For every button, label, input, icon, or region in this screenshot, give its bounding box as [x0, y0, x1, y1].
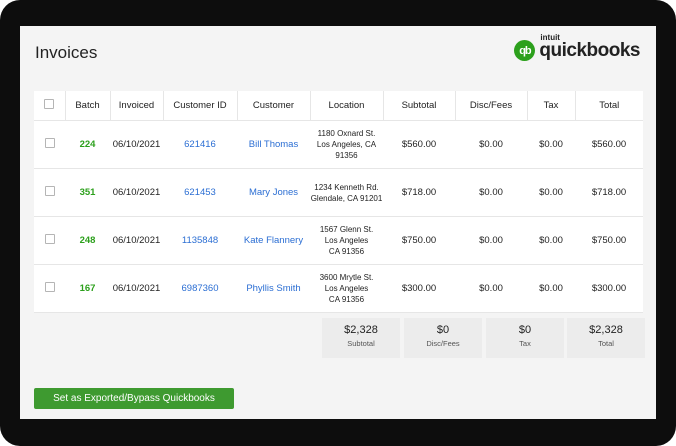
set-exported-button[interactable]: Set as Exported/Bypass Quickbooks	[34, 388, 234, 409]
disc-fees-cell: $0.00	[455, 168, 527, 217]
column-header-subtotal[interactable]: Subtotal	[382, 91, 455, 121]
subtotal-cell: $750.00	[383, 216, 455, 265]
column-header-disc-fees[interactable]: Disc/Fees	[454, 91, 527, 121]
total-cell: $750.00	[575, 216, 643, 265]
disc-fees-cell: $0.00	[455, 120, 527, 169]
invoiced-date-cell: 06/10/2021	[110, 216, 163, 265]
row-checkbox[interactable]	[44, 186, 55, 196]
invoiced-date-cell: 06/10/2021	[110, 168, 163, 217]
invoiced-date-cell: 06/10/2021	[110, 120, 163, 169]
customer-id-link[interactable]: 1135848	[163, 216, 237, 265]
batch-cell: 167	[65, 264, 110, 313]
subtotal-cell: $718.00	[383, 168, 455, 217]
disc-fees-summary: $0 Disc/Fees	[404, 318, 482, 358]
invoices-table: Batch Invoiced Customer ID Customer Loca…	[34, 91, 643, 313]
quickbooks-mark-icon: qb	[514, 40, 536, 61]
disc-fees-summary-value: $0	[436, 324, 450, 336]
table-row: 167 06/10/2021 6987360 Phyllis Smith 360…	[34, 264, 643, 313]
batch-cell: 248	[65, 216, 110, 265]
customer-id-link[interactable]: 621416	[163, 120, 237, 169]
disc-fees-cell: $0.00	[455, 216, 527, 265]
total-summary: $2,328 Total	[567, 318, 645, 358]
subtotal-cell: $560.00	[383, 120, 455, 169]
tax-cell: $0.00	[527, 264, 575, 313]
invoices-screen: Invoices qb intuit quickbooks Batch Invo…	[20, 26, 656, 419]
location-cell: 3600 Mrytle St. Los Angeles CA 91356	[310, 264, 383, 313]
row-checkbox[interactable]	[44, 282, 55, 292]
total-cell: $300.00	[575, 264, 643, 313]
column-header-batch[interactable]: Batch	[64, 91, 110, 121]
customer-name-link[interactable]: Phyllis Smith	[237, 264, 310, 313]
location-cell: 1567 Glenn St. Los Angeles CA 91356	[310, 216, 383, 265]
table-row: 248 06/10/2021 1135848 Kate Flannery 156…	[34, 216, 643, 265]
column-header-customer[interactable]: Customer	[236, 91, 310, 121]
row-checkbox[interactable]	[44, 234, 55, 244]
logo-intuit-text: intuit	[540, 33, 560, 42]
table-row: 351 06/10/2021 621453 Mary Jones 1234 Ke…	[34, 168, 643, 217]
row-checkbox[interactable]	[44, 138, 55, 148]
total-cell: $560.00	[575, 120, 643, 169]
tax-summary: $0 Tax	[486, 318, 564, 358]
page-title: Invoices	[35, 43, 98, 62]
logo-quickbooks-text: quickbooks	[539, 40, 640, 61]
column-header-invoiced[interactable]: Invoiced	[109, 91, 163, 121]
disc-fees-cell: $0.00	[455, 264, 527, 313]
quickbooks-logo: qb intuit quickbooks	[514, 34, 640, 61]
tax-summary-label: Tax	[519, 339, 531, 348]
device-frame: Invoices qb intuit quickbooks Batch Invo…	[0, 0, 676, 446]
select-all-cell	[34, 91, 65, 121]
subtotal-summary: $2,328 Subtotal	[322, 318, 400, 358]
batch-cell: 351	[65, 168, 110, 217]
total-summary-value: $2,328	[589, 324, 623, 336]
location-cell: 1234 Kenneth Rd. Glendale, CA 91201	[310, 168, 383, 217]
invoiced-date-cell: 06/10/2021	[110, 264, 163, 313]
column-header-total[interactable]: Total	[574, 91, 643, 121]
customer-id-link[interactable]: 621453	[163, 168, 237, 217]
table-row: 224 06/10/2021 621416 Bill Thomas 1180 O…	[34, 120, 643, 169]
table-header-row: Batch Invoiced Customer ID Customer Loca…	[34, 91, 643, 121]
total-summary-label: Total	[598, 339, 614, 348]
customer-name-link[interactable]: Mary Jones	[237, 168, 310, 217]
tax-cell: $0.00	[527, 168, 575, 217]
customer-id-link[interactable]: 6987360	[163, 264, 237, 313]
customer-name-link[interactable]: Kate Flannery	[237, 216, 310, 265]
column-header-location[interactable]: Location	[309, 91, 383, 121]
subtotal-summary-value: $2,328	[344, 324, 378, 336]
column-header-customer-id[interactable]: Customer ID	[162, 91, 237, 121]
subtotal-cell: $300.00	[383, 264, 455, 313]
column-header-tax[interactable]: Tax	[526, 91, 575, 121]
location-cell: 1180 Oxnard St. Los Angeles, CA 91356	[310, 120, 383, 169]
tax-cell: $0.00	[527, 120, 575, 169]
tax-summary-value: $0	[518, 324, 532, 336]
total-cell: $718.00	[575, 168, 643, 217]
disc-fees-summary-label: Disc/Fees	[426, 339, 460, 348]
customer-name-link[interactable]: Bill Thomas	[237, 120, 310, 169]
batch-cell: 224	[65, 120, 110, 169]
tax-cell: $0.00	[527, 216, 575, 265]
select-all-checkbox[interactable]	[44, 99, 55, 109]
subtotal-summary-label: Subtotal	[347, 339, 375, 348]
